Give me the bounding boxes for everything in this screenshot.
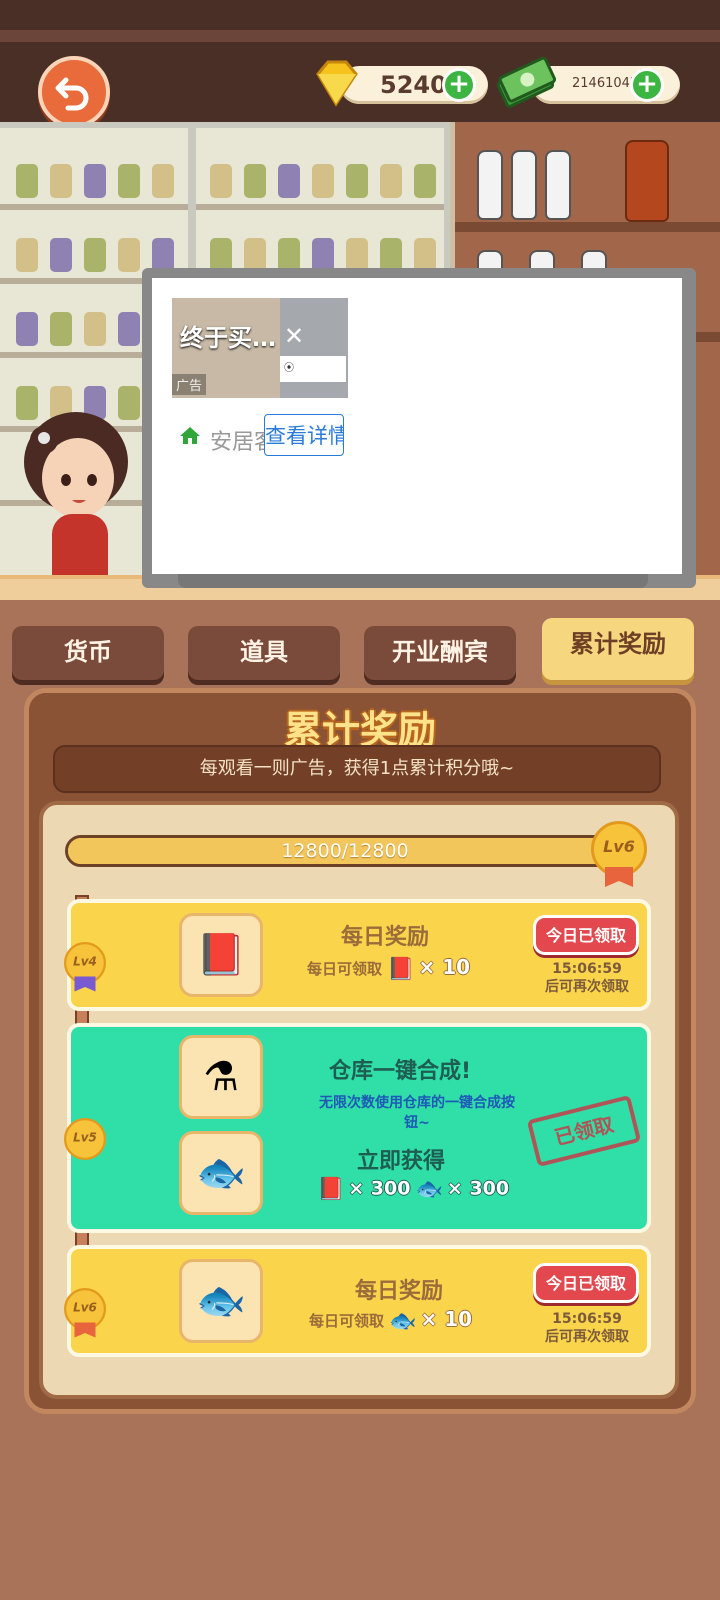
tab-opening-promo[interactable]: 开业酬宾 [364,626,516,680]
reward-quantity: × 10 [418,955,471,979]
reward-title: 每日奖励 [341,925,430,950]
claimed-stamp: 已领取 [526,1094,642,1168]
fish-cake-and-book-icon: 🐟 [196,1150,246,1196]
cash-icon [496,56,556,108]
tab-items[interactable]: 道具 [188,626,340,680]
points-progress-bar: 12800/12800 [65,835,625,867]
reward-icon-box: 🐟 [179,1259,263,1343]
reward-description: 无限次数使用仓库的一键合成按钮~ [319,1095,515,1131]
cash-counter: 2146104502 + [496,56,680,108]
level-ribbon-icon [605,867,633,887]
ad-title: 终于买… [180,324,276,352]
gem-counter: 52405 + [316,60,488,108]
fish-cake-icon: 🐟 [196,1278,246,1324]
merge-machine-icon: ⚗ [203,1054,239,1100]
book-icon: 📕 [317,1177,345,1202]
ad-image[interactable]: 终于买… ✕ 广告 ⦿ [172,298,348,398]
reward-icon-box: ⚗ [179,1035,263,1119]
book-icon: 📕 [196,932,246,978]
level-label: Lv6 [73,1300,97,1315]
panel-subtitle: 每观看一则广告，获得1点累计积分哦~ [53,745,661,793]
reward-line: 📕 × 300 🐟 × 300 [317,1177,509,1203]
add-cash-button[interactable]: + [630,68,664,102]
ad-tag: 广告 [172,374,207,395]
book-icon: 📕 [387,956,415,982]
tab-cumulative-rewards[interactable]: 累计奖励 [542,618,694,680]
fish-cake-icon: 🐟 [415,1177,444,1202]
points-progress-text: 12800/12800 [281,840,409,862]
reward-line-label: 每日可领取 [307,960,383,978]
level-label: Lv5 [73,1130,97,1145]
current-level-label: Lv6 [603,837,635,856]
reward-quantity-books: × 300 [348,1177,411,1200]
level-badge-lv6: Lv6 [64,1288,106,1338]
reward-title: 仓库一键合成! [329,1059,472,1084]
reward-timer-note: 后可再次领取 [545,1329,629,1345]
top-bar-stripe [0,30,720,42]
ad-stand [178,574,648,588]
ad-close-icon[interactable]: ✕ [284,322,304,350]
ad-brand-house-icon [180,427,200,444]
reward-quantity-fish: × 300 [446,1177,510,1200]
tab-currency[interactable]: 货币 [12,626,164,680]
shop-tabs: 货币 道具 开业酬宾 累计奖励 [0,612,720,684]
reward-icon-box: 📕 [179,913,263,997]
claimed-today-button[interactable]: 今日已领取 [533,1263,639,1303]
ad-view-details-button[interactable]: 查看详情 [264,414,344,456]
rewards-panel: 累计奖励 每观看一则广告，获得1点累计积分哦~ 12800/12800 Lv6 … [24,688,696,1414]
ad-banner[interactable]: 终于买… ✕ 广告 ⦿ 安居客 查看详情 [142,268,696,588]
fish-cake-icon: 🐟 [389,1308,417,1334]
claimed-today-button[interactable]: 今日已领取 [533,915,639,955]
reward-quantity: × 10 [420,1307,473,1331]
back-arrow-icon [55,77,89,111]
reward-icon-box: 🐟 [179,1131,263,1215]
reward-title: 每日奖励 [355,1279,444,1304]
reward-card-lv5: ⚗ 🐟 仓库一键合成! 无限次数使用仓库的一键合成按钮~ 立即获得 📕 × 30… [67,1023,651,1233]
reward-timer-note: 后可再次领取 [545,979,629,995]
rewards-list[interactable]: 12800/12800 Lv6 📕 每日奖励 每日可领取 📕 × 10 今日已领… [39,801,679,1399]
reward-timer: 15:06:59 [552,961,622,977]
current-level-badge: Lv6 [591,821,647,887]
reward-line: 每日可领取 🐟 × 10 [309,1307,472,1335]
reward-line: 每日可领取 📕 × 10 [307,955,470,983]
reward-subtitle: 立即获得 [357,1149,446,1174]
reward-card-lv4: 📕 每日奖励 每日可领取 📕 × 10 今日已领取 15:06:59 后可再次领… [67,899,651,1011]
ad-content: 终于买… ✕ 广告 ⦿ 安居客 查看详情 [152,278,682,574]
add-gems-button[interactable]: + [442,68,476,102]
level-label: Lv4 [73,954,97,969]
ad-location-chip: ⦿ [280,356,346,382]
level-badge-lv5: Lv5 [64,1118,106,1160]
level-badge-lv4: Lv4 [64,942,106,992]
reward-timer: 15:06:59 [552,1311,622,1327]
shopkeeper-character [24,412,128,600]
reward-card-lv6: 🐟 每日奖励 每日可领取 🐟 × 10 今日已领取 15:06:59 后可再次领… [67,1245,651,1357]
back-button[interactable] [38,56,110,128]
reward-line-label: 每日可领取 [309,1312,385,1330]
gem-icon [316,60,358,107]
